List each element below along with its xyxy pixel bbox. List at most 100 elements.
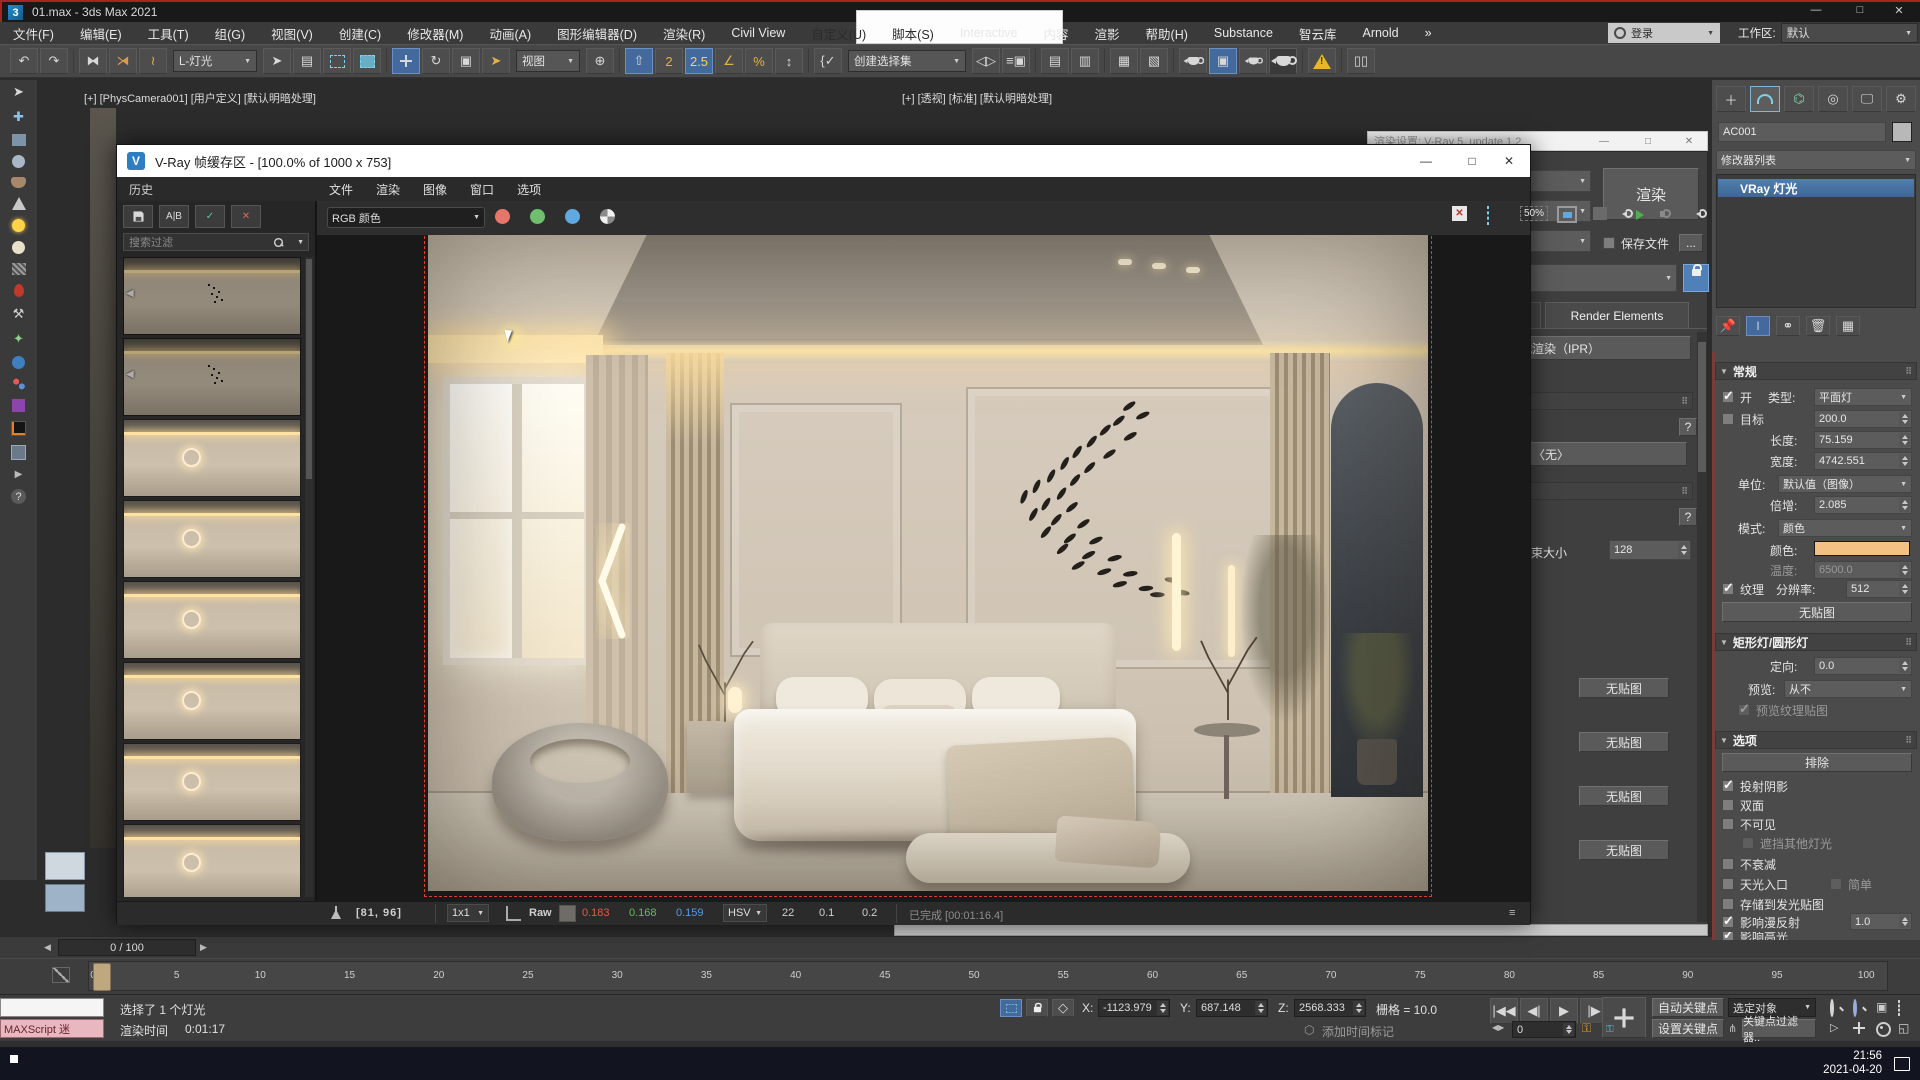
viewport-left-label[interactable]: [+] [PhysCamera001] [用户定义] [默认明暗处理]: [84, 90, 316, 106]
menu-item-5[interactable]: 创建(C): [326, 24, 394, 43]
dialog-minimize-button[interactable]: —: [1586, 136, 1622, 147]
left-toolbar-expand-icon[interactable]: ▶: [15, 469, 23, 480]
selection-lock-button[interactable]: [1026, 999, 1048, 1017]
left-toolbar-sun-icon[interactable]: [12, 219, 25, 232]
left-toolbar-black-icon[interactable]: [11, 421, 26, 436]
tab-utilities[interactable]: ⚙: [1886, 86, 1916, 112]
menu-item-4[interactable]: 视图(V): [258, 24, 326, 43]
menu-item-12[interactable]: 脚本(S): [879, 24, 947, 43]
named-selection-sets-button[interactable]: {✓: [814, 48, 842, 74]
no-map-button-2[interactable]: 无贴图: [1579, 732, 1669, 752]
frame-forward-button[interactable]: ▶: [200, 942, 207, 953]
affect-diffuse-field[interactable]: 1.0: [1850, 913, 1912, 930]
menu-item-9[interactable]: 渲染(R): [650, 24, 718, 43]
target-checkbox[interactable]: [1722, 413, 1734, 425]
units-dropdown[interactable]: 默认值（图像）▼: [1778, 475, 1912, 493]
scene-explorer-button[interactable]: ▤: [1041, 48, 1069, 74]
spinner[interactable]: [1563, 1023, 1574, 1036]
redo-button[interactable]: ↷: [40, 48, 68, 74]
move-tool-button[interactable]: [392, 48, 420, 74]
rollout-options[interactable]: ▼选项⠿: [1715, 731, 1917, 749]
beam-size-field[interactable]: 128: [1609, 540, 1691, 560]
maxscript-listener-input[interactable]: [0, 998, 104, 1017]
set-keys-big-button[interactable]: ⚿: [1602, 997, 1646, 1038]
pin-stack-button[interactable]: 📌: [1716, 316, 1740, 336]
no-decay-checkbox[interactable]: [1722, 858, 1734, 870]
left-toolbar-teapot-icon[interactable]: [11, 177, 26, 188]
mode-dropdown[interactable]: 颜色▼: [1778, 519, 1912, 537]
light-on-checkbox[interactable]: [1722, 391, 1734, 403]
no-map-button-4[interactable]: 无贴图: [1579, 840, 1669, 860]
history-ab-compare-button[interactable]: A|B: [159, 205, 189, 228]
menu-item-7[interactable]: 动画(A): [476, 24, 544, 43]
left-toolbar-select-icon[interactable]: ➤: [13, 84, 24, 100]
rs-help-button-2[interactable]: ?: [1679, 508, 1697, 526]
spinner[interactable]: [1899, 582, 1910, 596]
width-field[interactable]: 4742.551: [1814, 452, 1912, 470]
vfb-menu-1[interactable]: 渲染: [376, 181, 400, 198]
left-toolbar-move-icon[interactable]: ✚: [13, 109, 24, 125]
render-production-button[interactable]: [1269, 48, 1297, 74]
cast-shadows-checkbox[interactable]: [1722, 780, 1734, 792]
spinner-snap-button[interactable]: ↕: [775, 48, 803, 74]
menu-item-6[interactable]: 修改器(M): [394, 24, 476, 43]
target-distance-field[interactable]: 200.0: [1814, 410, 1912, 428]
mono-channel-button[interactable]: [600, 209, 615, 224]
auto-key-button[interactable]: 自动关键点: [1652, 998, 1724, 1017]
no-map-button-3[interactable]: 无贴图: [1579, 786, 1669, 806]
spinner[interactable]: [1899, 412, 1910, 426]
vfb-close-button[interactable]: ✕: [1489, 154, 1529, 168]
pan-arrow-button[interactable]: ▷: [1830, 1021, 1838, 1034]
history-item[interactable]: [123, 419, 301, 497]
ipr-cube-button[interactable]: [1593, 207, 1607, 220]
double-sided-checkbox[interactable]: [1722, 799, 1734, 811]
app-minimize-button[interactable]: —: [1796, 4, 1836, 16]
history-item[interactable]: [123, 743, 301, 821]
rectangular-selection-button[interactable]: [323, 48, 351, 74]
dialog-close-button[interactable]: ✕: [1672, 136, 1706, 147]
show-end-result-button[interactable]: ⏽: [1746, 316, 1770, 336]
x-coord-field[interactable]: -1123.979: [1098, 999, 1170, 1017]
vfb-menu-2[interactable]: 图像: [423, 181, 447, 198]
preview-dropdown[interactable]: 从不▼: [1784, 680, 1912, 698]
select-place-button[interactable]: ➤: [482, 48, 510, 74]
length-field[interactable]: 75.159: [1814, 431, 1912, 449]
current-frame-field[interactable]: 0: [1512, 1021, 1576, 1038]
menu-item-10[interactable]: Civil View: [718, 26, 798, 40]
history-apply-button[interactable]: ✓: [195, 205, 225, 228]
texture-no-map-button[interactable]: 无贴图: [1722, 602, 1912, 622]
history-item[interactable]: [123, 662, 301, 740]
select-and-link-icon[interactable]: ⧓: [79, 48, 107, 74]
spinner[interactable]: [1899, 433, 1910, 447]
history-item[interactable]: ◀: [123, 338, 301, 416]
make-unique-button[interactable]: ⚭: [1776, 316, 1800, 336]
dialog-bottom-scroll-strip[interactable]: [894, 924, 1708, 936]
blue-channel-button[interactable]: [565, 209, 580, 224]
left-toolbar-star-icon[interactable]: ✦: [13, 331, 24, 347]
left-toolbar-cone-icon[interactable]: [12, 197, 26, 210]
hsv-dropdown[interactable]: HSV▼: [723, 904, 767, 922]
clear-image-button[interactable]: ✕: [1452, 206, 1467, 221]
store-gi-checkbox[interactable]: [1722, 898, 1734, 910]
menu-item-8[interactable]: 图形编辑器(D): [544, 24, 650, 43]
spinner[interactable]: [1899, 659, 1910, 673]
spinner[interactable]: [1899, 498, 1910, 512]
spinner[interactable]: [1157, 1001, 1168, 1015]
resolution-field[interactable]: 512: [1846, 580, 1912, 598]
rollout-general[interactable]: ▼常规⠿: [1715, 362, 1917, 380]
orbit-button[interactable]: [1876, 1022, 1891, 1037]
maximize-viewport-button[interactable]: ◱: [1898, 1021, 1909, 1035]
sample-size-dropdown[interactable]: 1x1▼: [447, 904, 489, 922]
workspace-control[interactable]: 工作区: 默认 ▼: [1738, 23, 1918, 43]
windows-start-button[interactable]: [10, 1055, 27, 1072]
object-name-field[interactable]: AC001: [1718, 122, 1886, 142]
rs-scrollbar[interactable]: [1697, 332, 1707, 922]
history-item[interactable]: ◀: [123, 257, 301, 335]
zoom-preset-button[interactable]: 50%: [1520, 206, 1548, 221]
modifier-list-dropdown[interactable]: 修改器列表▼: [1716, 150, 1916, 170]
left-toolbar-box-icon[interactable]: [12, 134, 26, 146]
menu-item-13[interactable]: Interactive: [947, 26, 1031, 40]
frame-step-icon[interactable]: ◀▶: [1492, 1023, 1504, 1032]
configure-modifier-button[interactable]: ▦: [1836, 316, 1860, 336]
history-delete-button[interactable]: ✕: [231, 205, 261, 228]
